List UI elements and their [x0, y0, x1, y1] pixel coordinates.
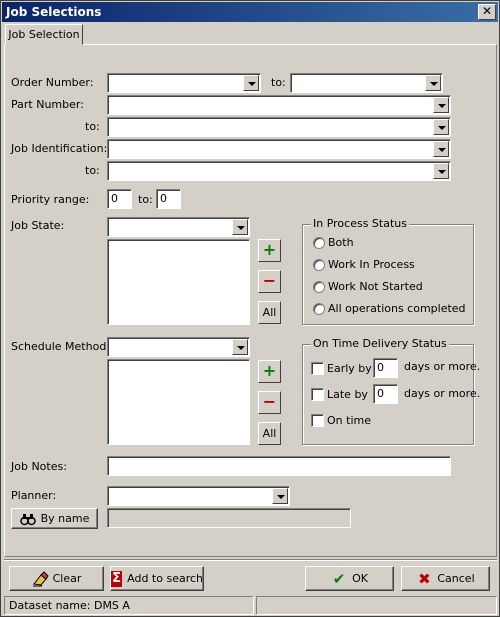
- schedule-method-all-button[interactable]: All: [258, 422, 281, 445]
- job-selections-window: Job Selections ✕ Job Selection Order Num…: [0, 0, 500, 617]
- late-by-input[interactable]: 0: [373, 384, 398, 404]
- on-time-delivery-title: On Time Delivery Status: [311, 337, 449, 351]
- schedule-method-list[interactable]: [107, 359, 250, 445]
- footer-separator: [4, 559, 497, 561]
- priority-to-input[interactable]: 0: [156, 189, 181, 209]
- late-by-checkbox[interactable]: [311, 388, 324, 401]
- close-icon[interactable]: ✕: [478, 4, 496, 20]
- by-name-label: By name: [40, 512, 90, 525]
- early-by-input[interactable]: 0: [373, 358, 398, 378]
- schedule-method-dropdown[interactable]: [107, 337, 250, 357]
- on-time-checkbox[interactable]: [311, 414, 324, 427]
- job-notes-input[interactable]: [107, 456, 451, 476]
- chevron-down-icon[interactable]: [425, 75, 441, 91]
- late-by-suffix: days or more.: [404, 387, 481, 400]
- cancel-label: Cancel: [437, 572, 475, 585]
- window-title: Job Selections: [6, 5, 102, 19]
- clear-button[interactable]: Clear: [9, 566, 104, 591]
- status-right: [256, 596, 497, 615]
- chevron-down-icon[interactable]: [243, 75, 259, 91]
- radio-all-operations-completed-label: All operations completed: [328, 302, 466, 315]
- in-process-status-title: In Process Status: [311, 217, 409, 231]
- add-to-search-label: Add to search: [127, 572, 203, 585]
- order-number-from-dropdown[interactable]: [107, 73, 261, 93]
- early-by-checkbox[interactable]: [311, 362, 324, 375]
- on-time-label: On time: [327, 414, 371, 427]
- job-identification-to-dropdown[interactable]: [107, 161, 451, 181]
- job-state-all-button[interactable]: All: [258, 301, 281, 324]
- job-identification-to-label: to:: [85, 164, 100, 177]
- radio-both[interactable]: [313, 237, 325, 249]
- by-name-field: [107, 508, 351, 528]
- radio-work-not-started-label: Work Not Started: [328, 280, 423, 293]
- title-bar[interactable]: Job Selections ✕: [2, 2, 498, 22]
- late-by-label: Late by: [327, 388, 368, 401]
- part-number-label: Part Number:: [11, 98, 84, 111]
- early-by-label: Early by: [327, 362, 372, 375]
- chevron-down-icon[interactable]: [433, 141, 449, 157]
- status-dataset: Dataset name: DMS A: [4, 596, 254, 615]
- chevron-down-icon[interactable]: [433, 97, 449, 113]
- tab-job-selection[interactable]: Job Selection: [5, 24, 83, 45]
- order-number-to-label: to:: [271, 76, 286, 89]
- planner-dropdown[interactable]: [107, 486, 290, 506]
- part-number-to-dropdown[interactable]: [107, 117, 451, 137]
- chevron-down-icon[interactable]: [433, 119, 449, 135]
- radio-both-label: Both: [328, 236, 354, 249]
- chevron-down-icon[interactable]: [272, 488, 288, 504]
- radio-work-in-process[interactable]: [313, 259, 325, 271]
- priority-range-label: Priority range:: [11, 193, 90, 206]
- job-identification-from-dropdown[interactable]: [107, 139, 451, 159]
- x-icon: ✖: [418, 569, 431, 588]
- checkmark-icon: ✔: [332, 569, 346, 588]
- by-name-button[interactable]: By name: [11, 508, 98, 529]
- chevron-down-icon[interactable]: [232, 219, 248, 235]
- binoculars-icon: [19, 511, 36, 527]
- ok-button[interactable]: ✔ OK: [305, 566, 394, 591]
- ok-label: OK: [352, 572, 368, 585]
- part-number-from-dropdown[interactable]: [107, 95, 451, 115]
- sigma-icon: Σ: [111, 570, 123, 587]
- job-state-add-button[interactable]: +: [258, 239, 281, 262]
- eraser-icon: [32, 570, 49, 587]
- clear-label: Clear: [52, 572, 82, 585]
- radio-work-not-started[interactable]: [313, 281, 325, 293]
- radio-all-operations-completed[interactable]: [313, 303, 325, 315]
- order-number-label: Order Number:: [11, 76, 94, 89]
- priority-to-label: to:: [138, 193, 153, 206]
- job-state-dropdown[interactable]: [107, 217, 250, 237]
- job-state-list[interactable]: [107, 239, 250, 325]
- add-to-search-button[interactable]: Σ Add to search: [110, 566, 204, 591]
- job-identification-label: Job Identification:: [11, 142, 108, 155]
- priority-from-input[interactable]: 0: [107, 189, 132, 209]
- schedule-method-label: Schedule Method:: [11, 340, 111, 353]
- schedule-method-remove-button[interactable]: −: [258, 391, 281, 414]
- cancel-button[interactable]: ✖ Cancel: [401, 566, 490, 591]
- job-state-label: Job State:: [11, 219, 65, 232]
- schedule-method-add-button[interactable]: +: [258, 360, 281, 383]
- part-number-to-label: to:: [85, 120, 100, 133]
- chevron-down-icon[interactable]: [433, 163, 449, 179]
- job-state-remove-button[interactable]: −: [258, 270, 281, 293]
- order-number-to-dropdown[interactable]: [290, 73, 443, 93]
- early-by-suffix: days or more.: [404, 360, 481, 373]
- job-notes-label: Job Notes:: [11, 460, 67, 473]
- planner-label: Planner:: [11, 489, 57, 502]
- radio-work-in-process-label: Work In Process: [328, 258, 415, 271]
- chevron-down-icon[interactable]: [232, 339, 248, 355]
